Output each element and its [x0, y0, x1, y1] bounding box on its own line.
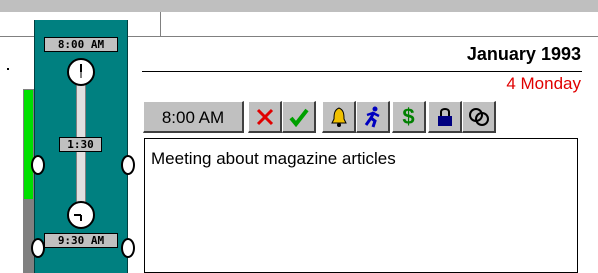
start-clock-icon[interactable] [67, 58, 95, 86]
margin-dot [7, 68, 9, 70]
private-button[interactable] [428, 101, 462, 133]
delete-x-icon [256, 108, 273, 125]
activity-button[interactable] [356, 101, 390, 133]
confirm-button[interactable] [282, 101, 316, 133]
right-resize-handle[interactable] [121, 155, 135, 175]
duration-label[interactable]: 1:30 [59, 137, 102, 152]
window-title-bar [0, 0, 598, 12]
appointment-note-area[interactable]: Meeting about magazine articles [144, 138, 578, 273]
link-circles-icon [468, 107, 489, 126]
appointment-note-text[interactable]: Meeting about magazine articles [151, 149, 396, 169]
expense-button[interactable]: $ [392, 101, 426, 133]
left-margin [0, 37, 22, 273]
alarm-bell-icon [330, 106, 347, 127]
header-divider [142, 71, 582, 72]
frame-tick [160, 12, 161, 36]
appointment-toolbar: 8:00 AM $ [142, 98, 574, 134]
start-time-label[interactable]: 8:00 AM [44, 37, 118, 52]
time-field[interactable]: 8:00 AM [143, 101, 244, 133]
delete-button[interactable] [248, 101, 282, 133]
dollar-icon: $ [402, 103, 415, 129]
end-time-label[interactable]: 9:30 AM [44, 233, 118, 248]
alarm-button[interactable] [322, 101, 356, 133]
end-clock-icon[interactable] [67, 201, 95, 229]
left-resize-handle-bottom[interactable] [31, 238, 45, 258]
right-resize-handle-bottom[interactable] [121, 238, 135, 258]
month-year-title: January 1993 [466, 44, 581, 64]
progress-bar-fill [24, 90, 33, 199]
day-label: 4 Monday [506, 74, 581, 93]
lock-icon [437, 107, 452, 126]
running-man-icon [364, 106, 380, 127]
link-button[interactable] [462, 101, 496, 133]
checkmark-icon [288, 108, 309, 127]
left-resize-handle[interactable] [31, 155, 45, 175]
